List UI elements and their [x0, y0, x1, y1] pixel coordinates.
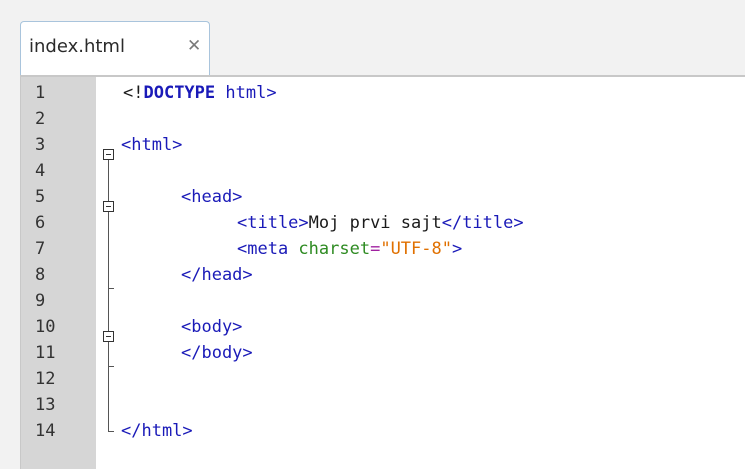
code-attribute: charset: [288, 239, 371, 259]
code-tag: <head>: [181, 187, 243, 207]
fold-collapse-icon[interactable]: [103, 149, 114, 160]
line-number: 14: [35, 421, 56, 441]
line-number: 6: [35, 213, 46, 233]
code-editor[interactable]: 1 2 3 4 5 6 7 8 9 10 11 12 13 14 <!DOCTY…: [20, 77, 745, 469]
line-number: 3: [35, 135, 46, 155]
code-tag: </title>: [441, 213, 524, 233]
code-line-10: <body>: [181, 314, 242, 340]
code-line-1: <!DOCTYPE html>: [123, 80, 277, 106]
code-tag: >: [451, 239, 463, 259]
code-tag: </head>: [181, 265, 253, 285]
line-number: 9: [35, 291, 46, 311]
code-tag: </body>: [181, 343, 253, 363]
code-token: <!: [123, 83, 144, 103]
fold-collapse-icon[interactable]: [103, 331, 114, 342]
line-number: 13: [35, 395, 56, 415]
line-number: 2: [35, 109, 46, 129]
code-line-5: <head>: [181, 184, 242, 210]
code-tag: <html>: [121, 135, 183, 155]
code-line-6: <title>Moj prvi sajt</title>: [237, 210, 524, 236]
line-number: 10: [35, 317, 56, 337]
close-icon[interactable]: ✕: [187, 36, 201, 56]
code-operator: =: [370, 239, 381, 259]
code-tag: <title>: [237, 213, 309, 233]
tab-bar: index.html ✕: [0, 0, 745, 77]
code-tag: <meta: [237, 239, 289, 259]
code-token: html>: [215, 83, 277, 103]
code-line-7: <meta charset="UTF-8">: [237, 236, 462, 262]
code-text: Moj prvi sajt: [308, 213, 442, 233]
code-keyword: DOCTYPE: [143, 83, 216, 103]
line-number: 4: [35, 161, 46, 181]
fold-collapse-icon[interactable]: [103, 201, 114, 212]
code-line-3: <html>: [121, 132, 182, 158]
code-line-11: </body>: [181, 340, 253, 366]
line-number: 1: [35, 83, 46, 103]
fold-end-tick-head: [108, 288, 114, 289]
line-number: 5: [35, 187, 46, 207]
line-number: 8: [35, 265, 46, 285]
code-line-8: </head>: [181, 262, 253, 288]
line-number: 7: [35, 239, 46, 259]
tab-label: index.html: [29, 36, 125, 57]
fold-end-tick-html: [108, 431, 114, 432]
line-number: 11: [35, 343, 56, 363]
code-line-13: </html>: [121, 418, 193, 444]
tab-index-html[interactable]: index.html ✕: [20, 21, 210, 75]
line-number-gutter: 1 2 3 4 5 6 7 8 9 10 11 12 13 14: [21, 77, 96, 469]
line-number: 12: [35, 369, 56, 389]
code-tag: </html>: [121, 421, 193, 441]
code-string: "UTF-8": [380, 239, 452, 259]
fold-guide-html: [108, 155, 109, 432]
editor-window: index.html ✕ 1 2 3 4 5 6 7 8 9 10 11 12 …: [0, 0, 745, 469]
fold-end-tick-body: [108, 366, 114, 367]
code-tag: <body>: [181, 317, 243, 337]
